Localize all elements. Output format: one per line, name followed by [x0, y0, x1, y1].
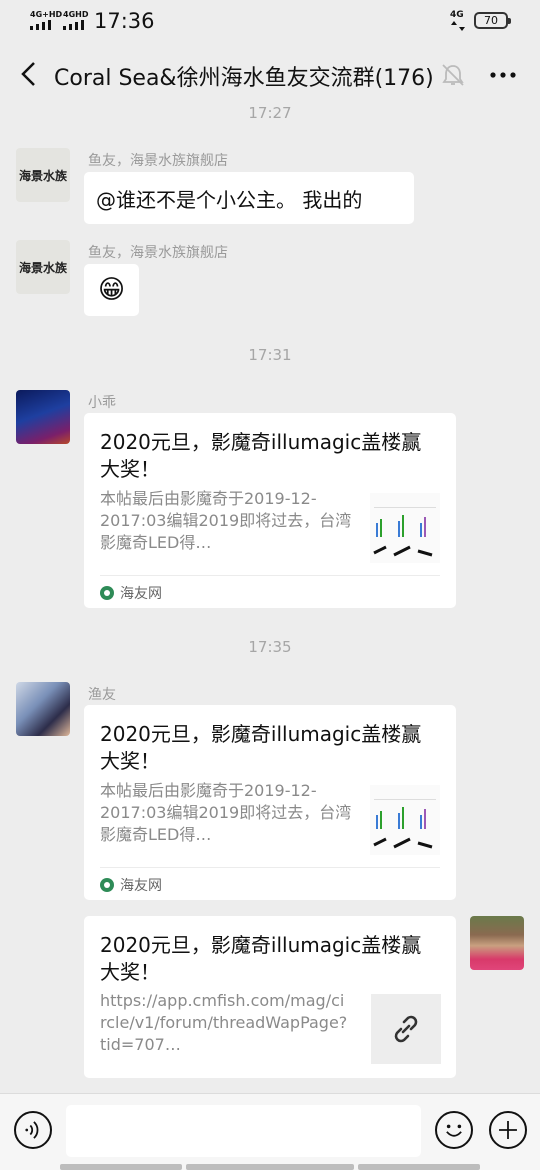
link-card[interactable]: 2020元旦，影魔奇illumagic盖楼赢大奖！ https://app.cm…: [84, 916, 456, 1078]
link-icon: [394, 1015, 418, 1043]
message-text: @谁还不是个小公主。 我出的: [96, 187, 363, 212]
avatar-logo-text: 海景水族: [18, 168, 67, 183]
card-source: 海友网: [100, 875, 162, 895]
link-card[interactable]: 2020元旦，影魔奇illumagic盖楼赢大奖！ 本帖最后由影魔奇于2019-…: [84, 705, 456, 900]
source-name: 海友网: [120, 878, 162, 894]
voice-icon[interactable]: [14, 1111, 52, 1149]
timestamp: 17:27: [248, 104, 292, 122]
message-bubble[interactable]: 😁: [84, 264, 139, 316]
card-source: 海友网: [100, 583, 162, 603]
product-chart-thumbnail: [373, 799, 436, 849]
divider: [100, 575, 440, 576]
signal-icon-3: [451, 21, 465, 31]
card-url: https://app.cmfish.com/mag/circle/v1/for…: [100, 991, 348, 1054]
product-chart-thumbnail: [373, 507, 436, 557]
nav-hint: [358, 1164, 480, 1170]
sender-name: 小乖: [88, 395, 116, 411]
sender-name: 鱼友，海景水族旗舰店: [88, 245, 228, 261]
avatar-logo-text: 海景水族: [18, 260, 67, 275]
chat-title: Coral Sea&徐州海水鱼友交流群(176): [54, 66, 434, 91]
timestamp: 17:35: [248, 638, 292, 656]
avatar[interactable]: 海景水族: [16, 240, 70, 294]
back-chevron-left-icon[interactable]: [16, 59, 42, 89]
bell-off-icon: [442, 64, 464, 86]
avatar[interactable]: [16, 390, 70, 444]
avatar[interactable]: [16, 682, 70, 736]
card-title: 2020元旦，影魔奇illumagic盖楼赢大奖！: [100, 933, 422, 984]
signal-icon: [30, 20, 51, 30]
card-title: 2020元旦，影魔奇illumagic盖楼赢大奖！: [100, 430, 422, 481]
card-description: 本帖最后由影魔奇于2019-12-2017:03编辑2019即将过去，台湾影魔奇…: [100, 489, 352, 552]
nav-hint: [186, 1164, 354, 1170]
sender-name: 渔友: [88, 687, 116, 703]
divider: [100, 867, 440, 868]
sender-name: 鱼友，海景水族旗舰店: [88, 153, 228, 169]
nav-hint: [60, 1164, 182, 1170]
card-title: 2020元旦，影魔奇illumagic盖楼赢大奖！: [100, 722, 422, 773]
clock: 17:36: [94, 9, 155, 33]
emoji-icon[interactable]: [435, 1111, 473, 1149]
plus-icon[interactable]: [489, 1111, 527, 1149]
link-card[interactable]: 2020元旦，影魔奇illumagic盖楼赢大奖！ 本帖最后由影魔奇于2019-…: [84, 413, 456, 608]
my-avatar[interactable]: [470, 916, 524, 970]
network-label-2: 4GHD: [63, 10, 89, 19]
battery-icon: 70: [474, 12, 511, 29]
card-thumbnail: [370, 785, 440, 855]
more-dots-icon[interactable]: [488, 62, 518, 88]
grin-emoji-icon: 😁: [97, 275, 126, 305]
network-label-1: 4G+HD: [30, 10, 63, 19]
message-bubble[interactable]: @谁还不是个小公主。 我出的: [84, 172, 414, 224]
timestamp: 17:31: [248, 346, 292, 364]
status-bar: 4G+HD 4GHD 17:36 4G 70: [0, 0, 540, 44]
signal-icon-2: [63, 20, 84, 30]
card-thumbnail: [370, 493, 440, 563]
message-input[interactable]: [66, 1105, 421, 1157]
card-description: 本帖最后由影魔奇于2019-12-2017:03编辑2019即将过去，台湾影魔奇…: [100, 781, 352, 844]
source-name: 海友网: [120, 586, 162, 602]
source-logo-icon: [100, 878, 114, 892]
input-bar: [0, 1093, 540, 1170]
avatar[interactable]: 海景水族: [16, 148, 70, 202]
network-label-3: 4G: [450, 10, 464, 20]
chat-header: Coral Sea&徐州海水鱼友交流群(176): [0, 44, 540, 106]
source-logo-icon: [100, 586, 114, 600]
card-thumbnail: [371, 994, 441, 1064]
